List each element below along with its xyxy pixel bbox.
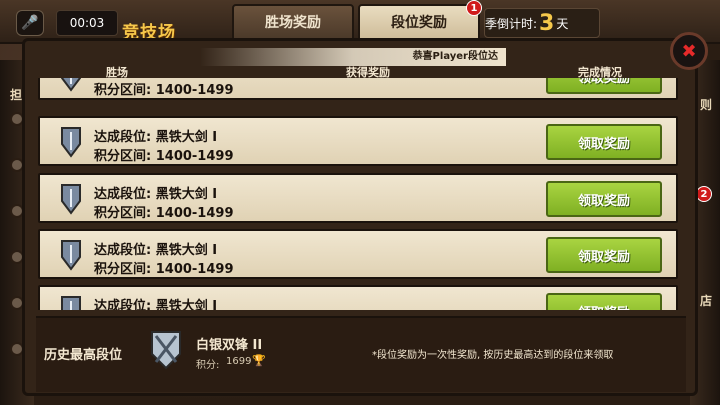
row-score-range: 积分区间: 1400-1499 bbox=[94, 262, 234, 277]
claim-reward-button[interactable]: 领取奖励 bbox=[546, 124, 662, 160]
claim-reward-button[interactable]: 领取奖励 bbox=[546, 181, 662, 217]
right-side-label[interactable]: 则 bbox=[700, 96, 712, 113]
tab-label: 段位奖励 bbox=[391, 15, 447, 31]
tab-win-rewards[interactable]: 胜场奖励 bbox=[232, 4, 354, 40]
row-score-range: 积分区间: 1400-1499 bbox=[94, 83, 234, 98]
countdown-unit: 天 bbox=[556, 16, 569, 31]
list-item: 达成段位: 黑铁大剑 I 积分区间: 1400-1499 领取奖励 bbox=[38, 173, 678, 223]
row-rank: 达成段位: 黑铁大剑 I bbox=[94, 130, 218, 145]
list-item: 达成段位: 黑铁大剑 I 领取奖励 bbox=[38, 285, 678, 310]
best-rank-name: 白银双锋 II bbox=[196, 338, 263, 353]
list-item: 达成段位: 黑铁大剑 I 积分区间: 1400-1499 领取奖励 bbox=[38, 229, 678, 279]
best-rank-label: 历史最高段位 bbox=[44, 348, 123, 363]
row-rank: 达成段位: 黑铁大剑 I bbox=[94, 187, 218, 202]
trophy-icon: 🏆 bbox=[252, 354, 266, 367]
claim-reward-button[interactable]: 领取奖励 bbox=[546, 237, 662, 273]
rank-shield-icon bbox=[61, 127, 81, 158]
row-rank: 达成段位: 黑铁大剑 I bbox=[94, 243, 218, 258]
reward-list[interactable]: 积分区间: 1400-1499 领取奖励 达成段位: 黑铁大剑 I 积分区间: … bbox=[38, 78, 678, 310]
right-side-label-shop[interactable]: 店 bbox=[700, 292, 712, 309]
close-icon: ✖ bbox=[681, 40, 697, 62]
left-side-label: 担 bbox=[10, 88, 23, 102]
microphone-icon[interactable]: 🎤 bbox=[16, 10, 44, 36]
claim-reward-button[interactable]: 领取奖励 bbox=[546, 78, 662, 94]
row-score-range: 积分区间: 1400-1499 bbox=[94, 149, 234, 164]
tab-rank-rewards[interactable]: 段位奖励 bbox=[358, 4, 480, 40]
rank-shield-icon bbox=[61, 78, 81, 92]
close-button[interactable]: ✖ bbox=[670, 32, 708, 70]
list-item: 积分区间: 1400-1499 领取奖励 bbox=[38, 78, 678, 100]
season-countdown: 季倒计时: 3 天 bbox=[484, 8, 600, 38]
rank-reward-note: *段位奖励为一次性奖励, 按历史最高达到的段位来领取 bbox=[372, 350, 614, 361]
claim-reward-button[interactable]: 领取奖励 bbox=[546, 293, 662, 310]
countdown-label: 季倒计时: bbox=[485, 16, 538, 31]
tab-label: 胜场奖励 bbox=[265, 15, 321, 31]
match-timer: 00:03 bbox=[56, 10, 118, 36]
rank-shield-icon bbox=[61, 296, 81, 310]
row-score-range: 积分区间: 1400-1499 bbox=[94, 206, 234, 221]
countdown-value: 3 bbox=[539, 10, 555, 36]
notification-badge: 1 bbox=[466, 0, 482, 16]
rank-shield-icon bbox=[61, 184, 81, 215]
rank-shield-icon bbox=[61, 240, 81, 271]
score-value: 1699 bbox=[226, 356, 252, 367]
list-item: 达成段位: 黑铁大剑 I 积分区间: 1400-1499 领取奖励 bbox=[38, 116, 678, 166]
right-side-badge: 2 bbox=[696, 186, 712, 202]
score-label: 积分: bbox=[196, 360, 220, 371]
row-rank: 达成段位: 黑铁大剑 I bbox=[94, 299, 218, 310]
crossed-swords-rank-icon bbox=[151, 331, 181, 370]
